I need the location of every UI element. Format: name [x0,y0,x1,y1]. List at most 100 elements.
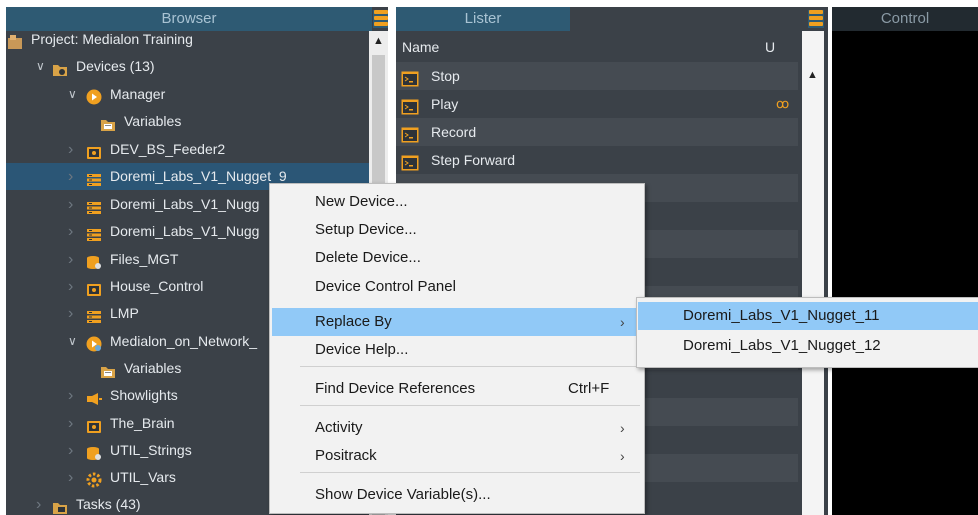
menu-item-label: Show Device Variable(s)... [315,486,491,503]
submenu-item[interactable]: Doremi_Labs_V1_Nugget_12 [638,332,978,360]
chevron-right-icon[interactable]: › [68,136,73,163]
device-icon [86,416,101,433]
menu-item-replace-by[interactable]: Replace By › [272,308,642,336]
tree-item-label: Medialon_on_Network_ [110,333,258,349]
tree-item[interactable]: ∨ Manager [6,81,369,108]
project-icon [7,32,22,49]
lister-row[interactable]: Stop [396,62,798,90]
lister-scroll-up-icon[interactable]: ▲ [807,69,818,81]
submenu-arrow-icon: › [620,420,625,436]
lister-column-header[interactable]: Name U [396,33,798,61]
tree-item-label: Doremi_Labs_V1_Nugget_9 [110,168,287,184]
submenu-arrow-icon: › [620,448,625,464]
chevron-right-icon[interactable]: › [68,464,73,491]
glasses-icon: ꝏ [776,96,790,111]
doremi-icon [86,306,101,323]
menu-separator [300,366,640,367]
tree-item-label: DEV_BS_Feeder2 [110,141,226,157]
doremi-icon [86,224,101,241]
command-icon [401,96,419,115]
menu-item-label: Positrack [315,447,377,464]
tree-item-label: Files_MGT [110,251,179,267]
lister-row-label: Play [431,96,459,112]
command-icon [401,152,419,171]
lister-menu-icon[interactable] [808,10,824,28]
lister-title: Lister [464,10,502,27]
menu-item-label: New Device... [315,193,408,210]
gear-icon [86,470,102,488]
tree-item-label: House_Control [110,278,204,294]
tree-item-label: Manager [110,86,166,102]
variables-icon [100,361,115,378]
control-title: Control [880,10,930,27]
column-u[interactable]: U [765,33,775,61]
chevron-right-icon[interactable]: › [36,491,41,515]
column-name[interactable]: Name [402,33,439,61]
chevron-right-icon[interactable]: › [68,163,73,190]
chevron-right-icon[interactable]: › [68,191,73,218]
menu-item-new-device[interactable]: New Device... [272,188,642,216]
tree-item-label: LMP [110,305,139,321]
chevron-right-icon[interactable]: › [68,300,73,327]
submenu-item[interactable]: Doremi_Labs_V1_Nugget_11 [638,302,978,330]
menu-separator [300,405,640,406]
lister-header: Lister [396,7,570,31]
tree-item-label: Devices (13) [76,58,155,74]
replace-by-submenu: Doremi_Labs_V1_Nugget_11 Doremi_Labs_V1_N… [636,297,978,368]
tree-item-label: The_Brain [110,415,175,431]
menu-item-show-device-variable-s[interactable]: Show Device Variable(s)... [272,481,642,509]
menu-item-label: Find Device References [315,380,476,397]
lister-row[interactable]: Record [396,118,798,146]
menu-item-positrack[interactable]: Positrack › [272,442,642,470]
lister-row[interactable]: Play ꝏ [396,90,798,118]
menu-item-device-help[interactable]: Device Help... [272,336,642,364]
command-icon [401,68,419,87]
lister-row[interactable]: Step Forward [396,146,798,174]
scroll-up-icon[interactable]: ▲ [373,35,384,47]
chevron-right-icon[interactable]: › [68,382,73,409]
devices-folder-icon [52,59,67,76]
chevron-right-icon[interactable]: › [68,273,73,300]
tree-item-label: Showlights [110,387,178,403]
chevron-down-icon[interactable]: ∨ [36,53,45,80]
menu-item-label: Replace By [315,313,392,330]
menu-item-device-control-panel[interactable]: Device Control Panel [272,273,642,301]
menu-item-find-device-references[interactable]: Find Device References Ctrl+F [272,375,642,403]
menu-item-label: Device Help... [315,341,409,358]
chevron-right-icon[interactable]: › [68,246,73,273]
menu-item-delete-device[interactable]: Delete Device... [272,244,642,272]
menu-item-setup-device[interactable]: Setup Device... [272,216,642,244]
lister-row-label: Record [431,124,477,140]
context-menu: New Device... Setup Device... Delete Devic… [269,183,645,514]
tree-item[interactable]: Variables [6,108,369,135]
tree-item[interactable]: Project: Medialon Training [6,26,369,53]
manager-icon [86,87,102,105]
menu-item-shortcut: Ctrl+F [568,380,610,397]
tree-item-label: UTIL_Vars [110,469,176,485]
tree-item-label: Tasks (43) [76,496,141,512]
chevron-right-icon[interactable]: › [68,410,73,437]
tasks-folder-icon [52,497,67,514]
control-header: Control [832,7,978,31]
showlights-icon [86,388,102,405]
chevron-right-icon[interactable]: › [68,218,73,245]
menu-item-label: Setup Device... [315,221,417,238]
tree-item[interactable]: ∨ Devices (13) [6,53,369,80]
tree-item-label: Project: Medialon Training [31,31,193,47]
submenu-item-label: Doremi_Labs_V1_Nugget_11 [683,307,880,324]
chevron-down-icon[interactable]: ∨ [68,328,77,355]
command-icon [401,124,419,143]
lister-scrollbar[interactable]: ▲ [802,31,824,515]
device-icon [86,279,101,296]
network-icon [86,334,102,352]
chevron-down-icon[interactable]: ∨ [68,81,77,108]
chevron-right-icon[interactable]: › [68,437,73,464]
browser-menu-icon[interactable] [373,10,388,28]
files-icon [86,252,101,269]
lister-row-label: Step Forward [431,152,516,168]
tree-item[interactable]: › DEV_BS_Feeder2 [6,136,369,163]
tree-item-label: Doremi_Labs_V1_Nugg [110,223,260,239]
menu-item-activity[interactable]: Activity › [272,414,642,442]
submenu-item-label: Doremi_Labs_V1_Nugget_12 [683,337,881,354]
menu-item-label: Device Control Panel [315,278,456,295]
